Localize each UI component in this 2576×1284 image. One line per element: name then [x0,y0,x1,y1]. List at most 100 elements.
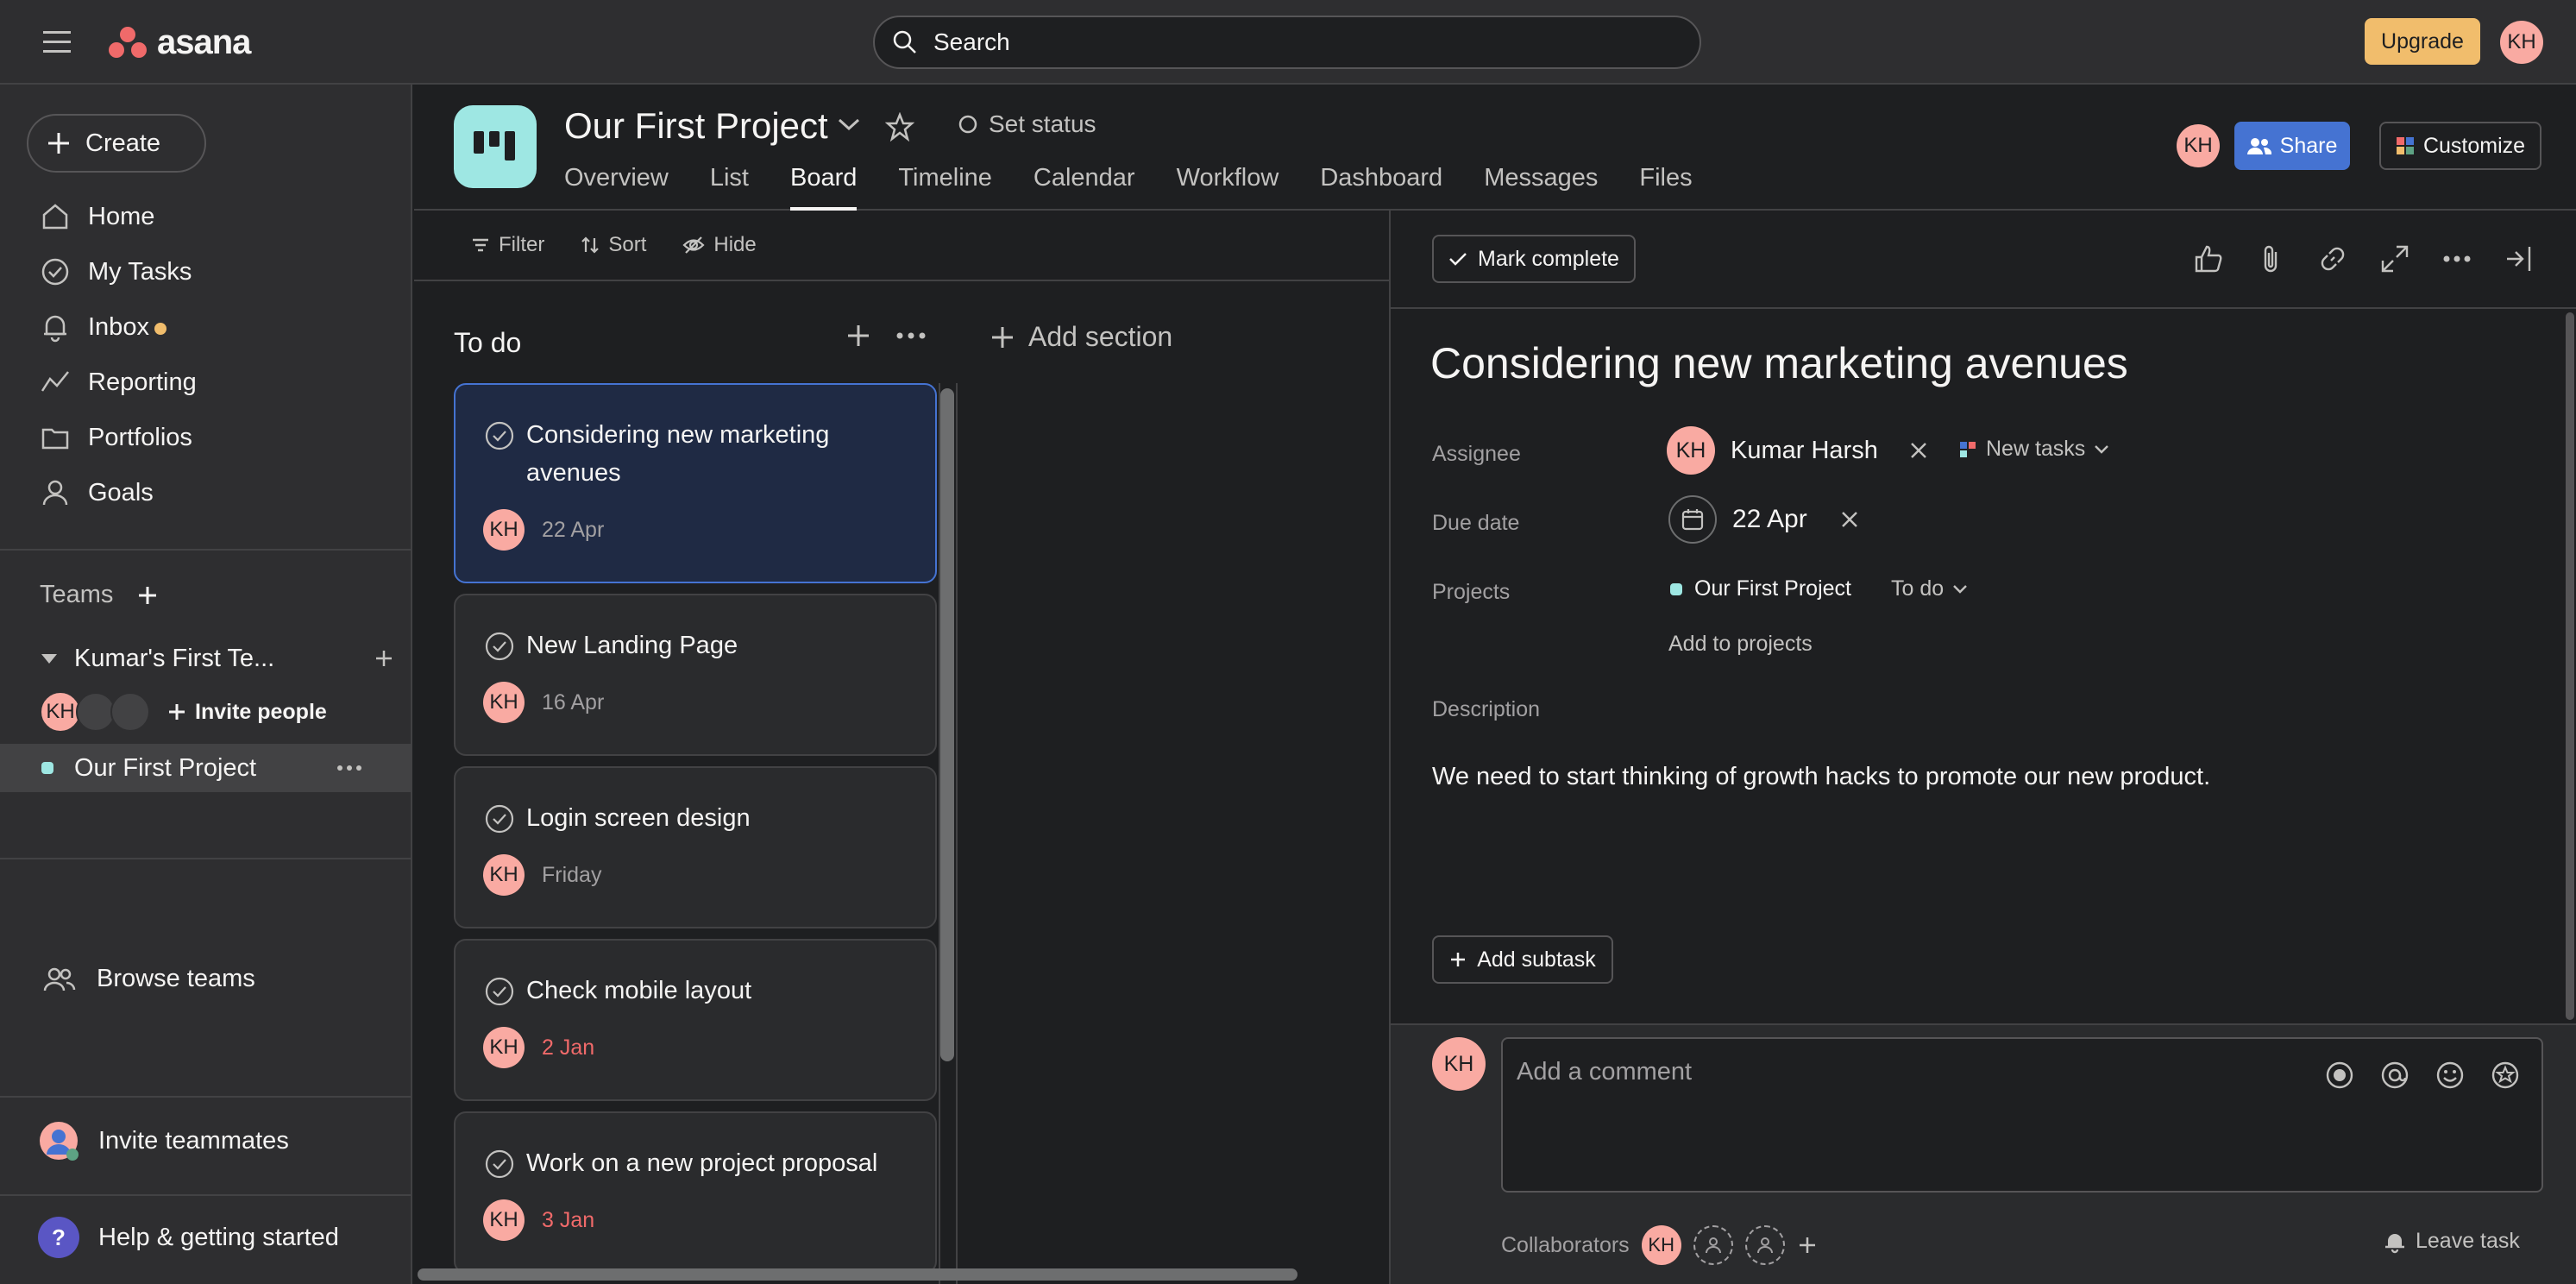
nav-portfolios[interactable]: Portfolios [0,412,412,463]
customize-button[interactable]: Customize [2379,122,2541,170]
add-subtask-button[interactable]: Add subtask [1432,935,1613,984]
assignee-section-dropdown[interactable]: New tasks [1958,437,2109,462]
create-button[interactable]: Create [27,114,206,173]
add-team-icon[interactable] [137,585,158,606]
sidebar-item-our-first-project[interactable]: Our First Project [0,744,412,792]
project-chip[interactable]: Our First Project [1670,576,1851,601]
plus-icon [48,133,69,154]
user-avatar[interactable]: KH [2500,21,2543,64]
filter-button[interactable]: Filter [471,233,544,257]
column-title[interactable]: To do [454,327,521,359]
caret-down-icon[interactable] [40,651,59,665]
column-add-task-icon[interactable] [845,323,871,349]
search-bar[interactable]: Search [873,16,1701,69]
record-icon[interactable] [2322,1058,2357,1092]
nav-reporting[interactable]: Reporting [0,356,412,408]
add-collaborator-icon[interactable] [1797,1235,1818,1256]
collaborator-placeholder-icon[interactable] [1693,1225,1733,1265]
remove-assignee-icon[interactable] [1909,441,1928,460]
assignee-section-label: New tasks [1986,437,2086,461]
nav-goals[interactable]: Goals [0,467,412,519]
tab-dashboard[interactable]: Dashboard [1320,164,1442,211]
mark-complete-button[interactable]: Mark complete [1432,235,1636,283]
task-card[interactable]: New Landing Page KH 16 Apr [454,594,937,756]
assignee-avatar: KH [1667,426,1715,475]
project-title[interactable]: Our First Project [564,105,828,147]
browse-teams-link[interactable]: Browse teams [43,965,255,993]
upgrade-button[interactable]: Upgrade [2365,18,2480,65]
more-icon[interactable] [336,764,362,772]
chevron-down-icon[interactable] [837,116,861,133]
task-card-assignee-avatar[interactable]: KH [483,1199,525,1241]
close-panel-icon[interactable] [2502,242,2536,276]
check-circle-icon[interactable] [483,419,516,452]
mention-icon[interactable] [2378,1058,2412,1092]
check-circle-icon[interactable] [483,802,516,835]
check-circle-icon[interactable] [483,630,516,663]
comment-input[interactable]: Add a comment [1501,1037,2543,1193]
leave-task-button[interactable]: Leave task [2383,1229,2520,1254]
due-date-field[interactable]: 22 Apr [1668,495,1859,544]
check-circle-icon[interactable] [483,1148,516,1180]
team-item[interactable]: Kumar's First Te... [40,637,393,680]
member-avatar[interactable]: KH [40,691,81,733]
task-card[interactable]: Considering new marketing avenues KH 22 … [454,383,937,583]
invite-teammates-button[interactable]: Invite teammates [38,1120,289,1161]
tab-board[interactable]: Board [790,164,858,211]
description-text[interactable]: We need to start thinking of growth hack… [1432,763,2210,791]
clear-due-date-icon[interactable] [1840,510,1859,529]
thumbs-up-icon[interactable] [2191,242,2226,276]
project-board-icon[interactable] [454,105,537,188]
task-card-assignee-avatar[interactable]: KH [483,854,525,896]
task-card-assignee-avatar[interactable]: KH [483,509,525,551]
section-icon [1960,441,1976,457]
assignee-field[interactable]: KH Kumar Harsh [1667,426,1928,475]
link-icon[interactable] [2315,242,2350,276]
collaborator-avatar[interactable]: KH [1641,1225,1681,1265]
nav-home[interactable]: Home [0,191,412,242]
add-to-projects-button[interactable]: Add to projects [1668,632,1813,657]
task-card[interactable]: Work on a new project proposal KH 3 Jan [454,1111,937,1274]
task-card-assignee-avatar[interactable]: KH [483,1027,525,1068]
appreciation-icon[interactable] [2488,1058,2523,1092]
tab-calendar[interactable]: Calendar [1034,164,1135,211]
tab-workflow[interactable]: Workflow [1177,164,1279,211]
asana-logo[interactable]: asana [109,21,251,64]
task-card[interactable]: Check mobile layout KH 2 Jan [454,939,937,1101]
set-status-button[interactable]: Set status [958,110,1096,138]
star-icon[interactable] [885,112,914,142]
hide-button[interactable]: Hide [682,233,757,257]
more-icon[interactable] [2440,242,2474,276]
share-button[interactable]: Share [2234,122,2350,170]
nav-my-tasks[interactable]: My Tasks [0,246,412,298]
expand-icon[interactable] [2378,242,2412,276]
task-detail-scrollbar[interactable] [2566,312,2574,1020]
task-title[interactable]: Considering new marketing avenues [1430,338,2128,388]
invite-people-button[interactable]: Invite people [167,700,327,725]
tab-files[interactable]: Files [1639,164,1692,211]
team-add-icon[interactable] [374,649,393,668]
collaborator-placeholder-icon[interactable] [1744,1225,1785,1265]
sort-button[interactable]: Sort [581,233,646,257]
tab-messages[interactable]: Messages [1484,164,1598,211]
board-horizontal-scrollbar[interactable] [418,1268,1297,1281]
tab-overview[interactable]: Overview [564,164,669,211]
column-scrollbar[interactable] [940,388,954,1061]
add-section-button[interactable]: Add section [990,321,1172,353]
column-more-icon[interactable] [895,331,927,340]
search-icon [893,30,916,54]
task-card-assignee-avatar[interactable]: KH [483,682,525,723]
people-icon [2246,138,2271,154]
task-card[interactable]: Login screen design KH Friday [454,766,937,928]
hamburger-menu-icon[interactable] [40,26,74,59]
nav-inbox[interactable]: Inbox [0,301,412,353]
emoji-icon[interactable] [2433,1058,2467,1092]
check-circle-icon[interactable] [483,975,516,1008]
paperclip-icon[interactable] [2253,242,2288,276]
top-bar: asana Search Upgrade KH [0,0,2576,85]
tab-list[interactable]: List [710,164,749,211]
project-member-avatar[interactable]: KH [2177,124,2220,167]
project-section-dropdown[interactable]: To do [1891,576,1968,601]
help-button[interactable]: ? Help & getting started [38,1217,339,1258]
tab-timeline[interactable]: Timeline [898,164,992,211]
